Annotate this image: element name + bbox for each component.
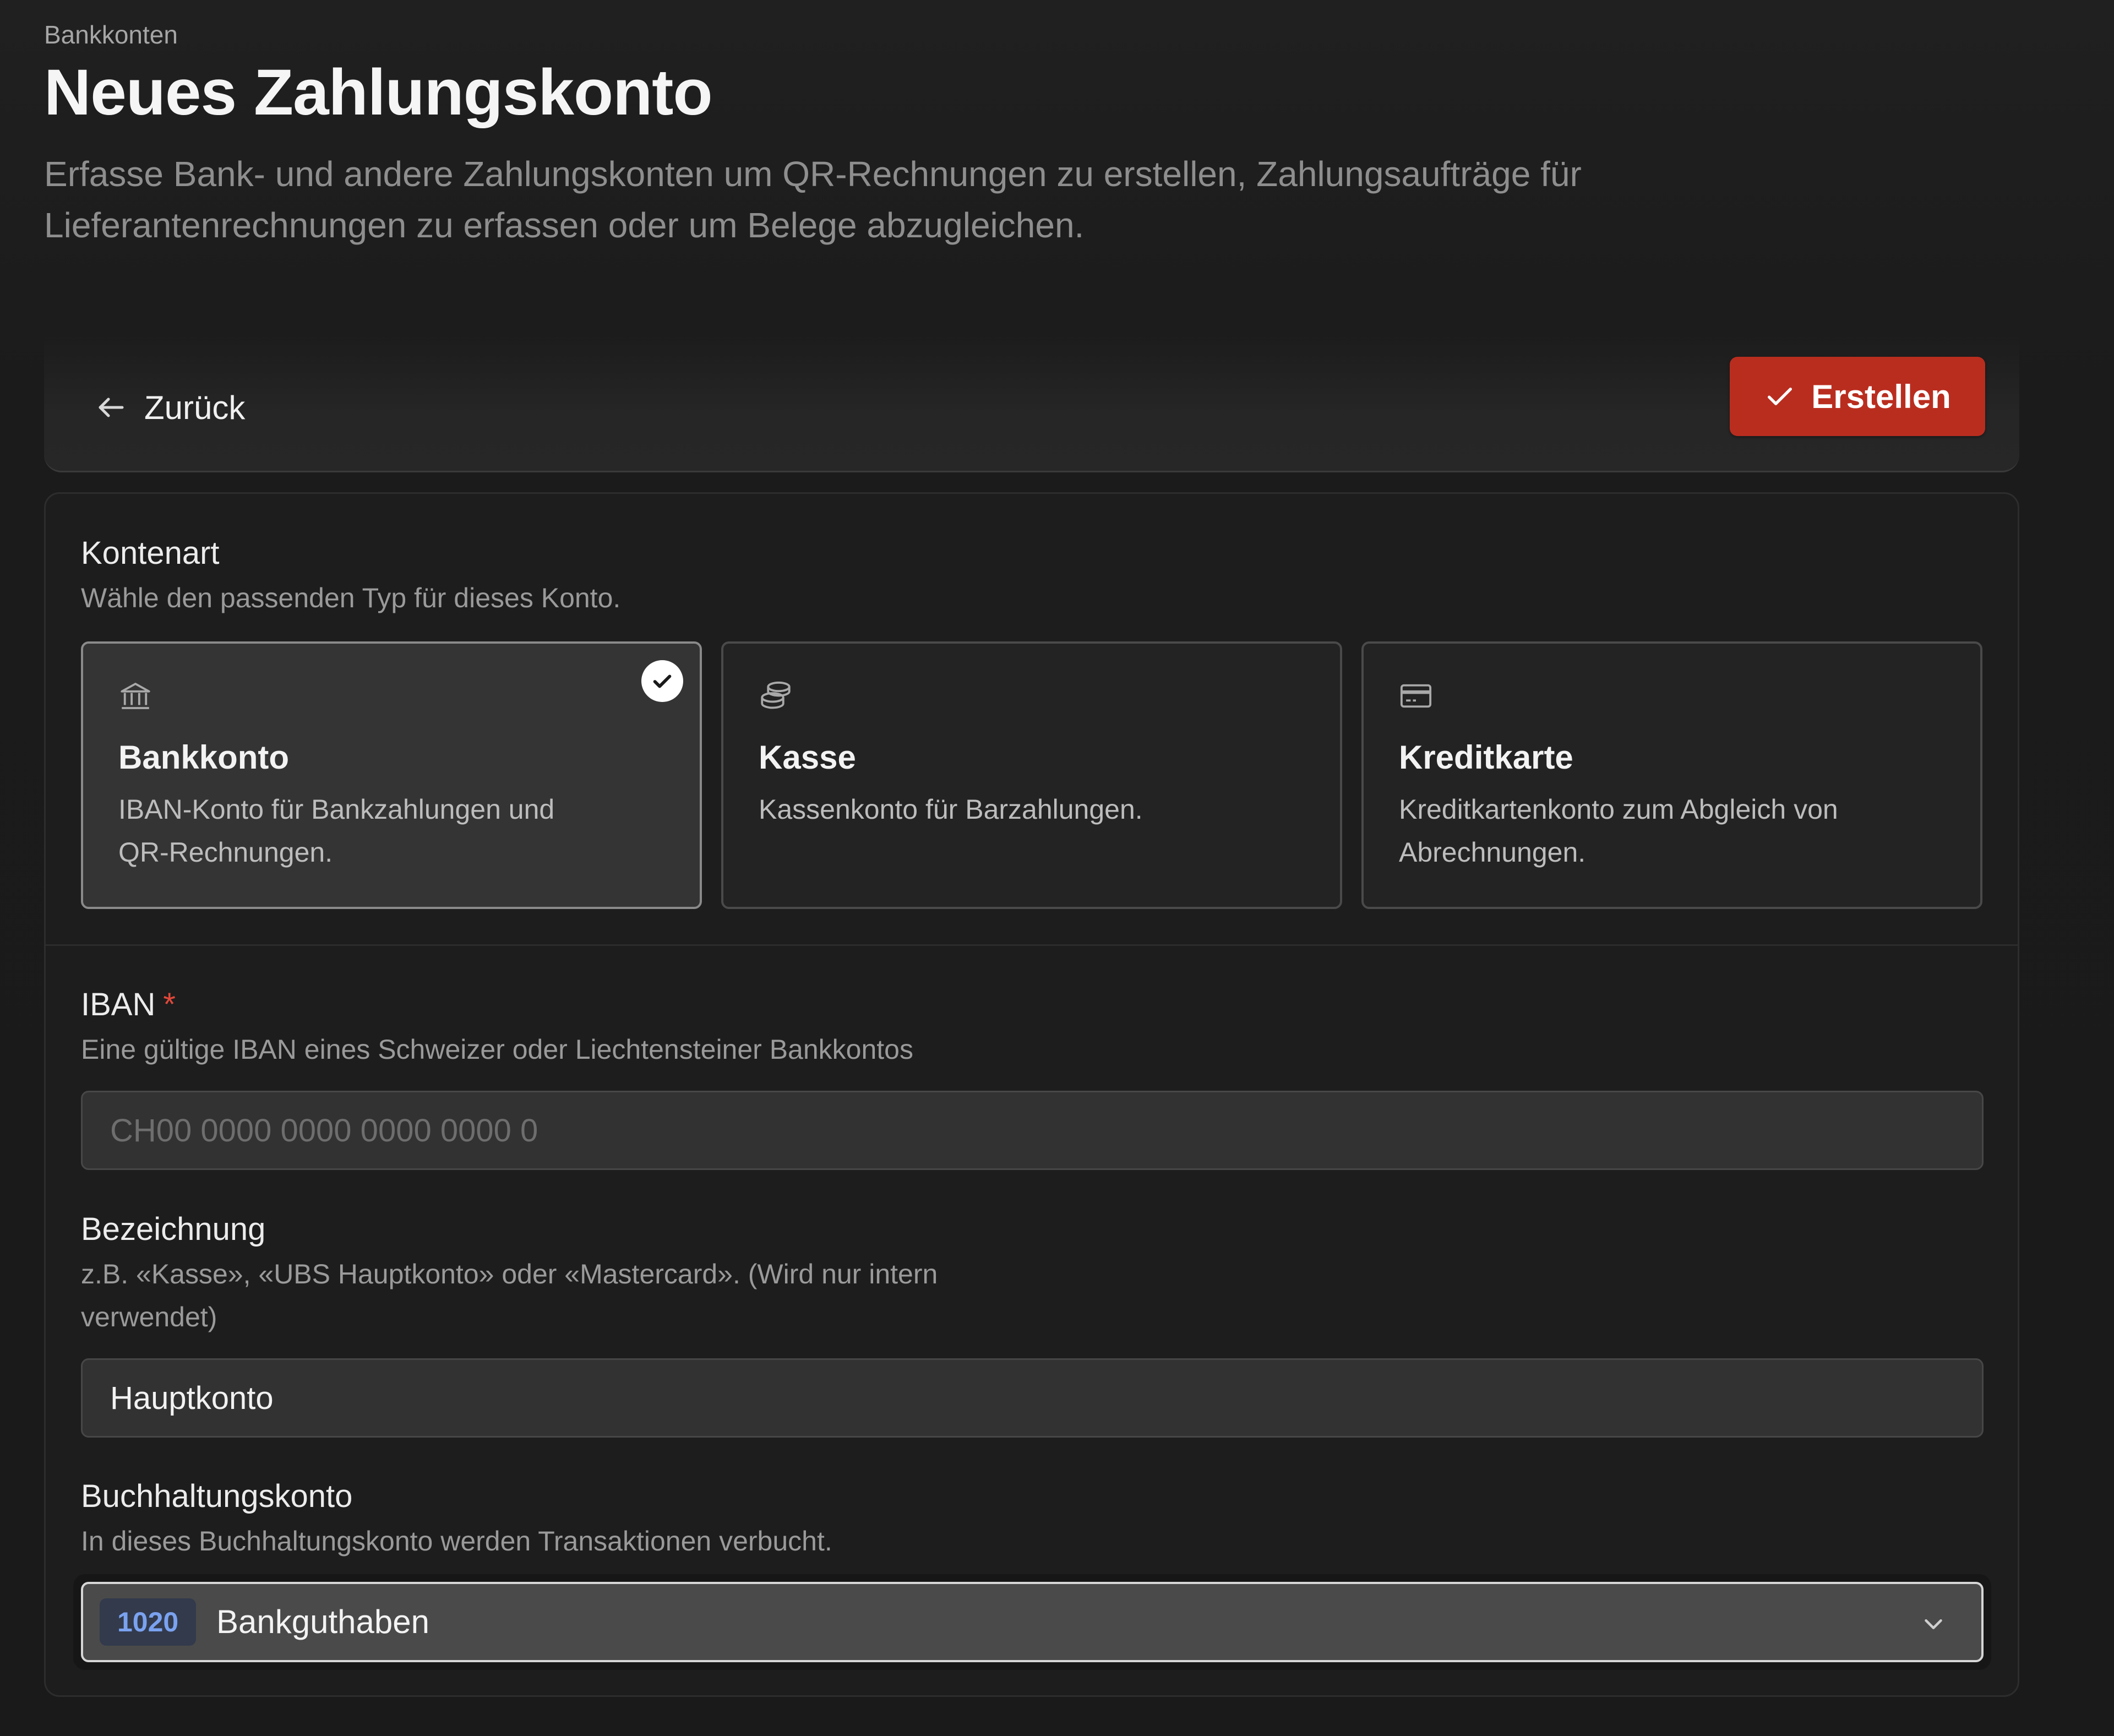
coins-icon <box>761 681 791 709</box>
selected-check-badge <box>641 660 683 702</box>
iban-input[interactable] <box>81 1091 1984 1170</box>
page-title: Neues Zahlungskonto <box>44 56 713 129</box>
account-type-title: Bankkonto <box>118 739 290 776</box>
iban-label: IBAN * <box>81 986 176 1023</box>
accounting-account-focus-ring: 1020 Bankguthaben <box>73 1574 1991 1670</box>
page-description: Erfasse Bank- und andere Zahlungskonten … <box>44 154 1582 245</box>
account-form-card: Kontenart Wähle den passenden Typ für di… <box>44 492 2019 1697</box>
account-type-description: Kassenkonto für Barzahlungen. <box>759 794 1143 825</box>
back-button[interactable]: Zurück <box>95 374 245 440</box>
credit-card-icon <box>1400 684 1432 708</box>
designation-input[interactable] <box>81 1358 1984 1438</box>
required-marker: * <box>163 987 176 1022</box>
account-type-option-kreditkarte[interactable]: Kreditkarte Kreditkartenkonto zum Abglei… <box>1361 641 1982 909</box>
check-icon <box>1768 388 1792 405</box>
create-button[interactable]: Erstellen <box>1730 357 1985 436</box>
chevron-down-icon <box>1925 1619 1942 1629</box>
account-type-description: IBAN-Konto für Bankzahlungen und QR-Rech… <box>118 794 555 868</box>
account-type-title: Kasse <box>759 739 856 776</box>
account-type-title: Kreditkarte <box>1399 739 1573 776</box>
account-type-label: Kontenart <box>81 535 220 571</box>
account-name: Bankguthaben <box>216 1603 430 1640</box>
account-number-badge: 1020 <box>100 1598 197 1646</box>
arrow-left-icon <box>99 398 124 417</box>
accounting-account-help: In dieses Buchhaltungskonto werden Trans… <box>81 1526 832 1557</box>
account-type-option-bankkonto[interactable]: Bankkonto IBAN-Konto für Bankzahlungen u… <box>81 641 702 909</box>
accounting-account-select[interactable]: 1020 Bankguthaben <box>81 1582 1984 1662</box>
iban-label-text: IBAN <box>81 987 156 1022</box>
back-button-label: Zurück <box>144 389 246 426</box>
designation-help: z.B. «Kasse», «UBS Hauptkonto» oder «Mas… <box>81 1259 938 1332</box>
account-type-option-kasse[interactable]: Kasse Kassenkonto für Barzahlungen. <box>721 641 1342 909</box>
bank-icon <box>121 683 150 709</box>
create-button-label: Erstellen <box>1811 378 1951 415</box>
check-icon <box>653 674 672 688</box>
breadcrumb[interactable]: Bankkonten <box>44 20 178 50</box>
designation-label: Bezeichnung <box>81 1211 266 1247</box>
account-type-description: Kreditkartenkonto zum Abgleich von Abrec… <box>1399 794 1838 868</box>
account-type-help: Wähle den passenden Typ für dieses Konto… <box>81 583 621 613</box>
form-toolbar: Zurück Erstellen <box>44 330 2019 472</box>
page: Bankkonten Neues Zahlungskonto Erfasse B… <box>0 0 2114 1736</box>
section-divider <box>46 944 2018 946</box>
accounting-account-label: Buchhaltungskonto <box>81 1478 353 1514</box>
iban-help: Eine gültige IBAN eines Schweizer oder L… <box>81 1034 913 1065</box>
